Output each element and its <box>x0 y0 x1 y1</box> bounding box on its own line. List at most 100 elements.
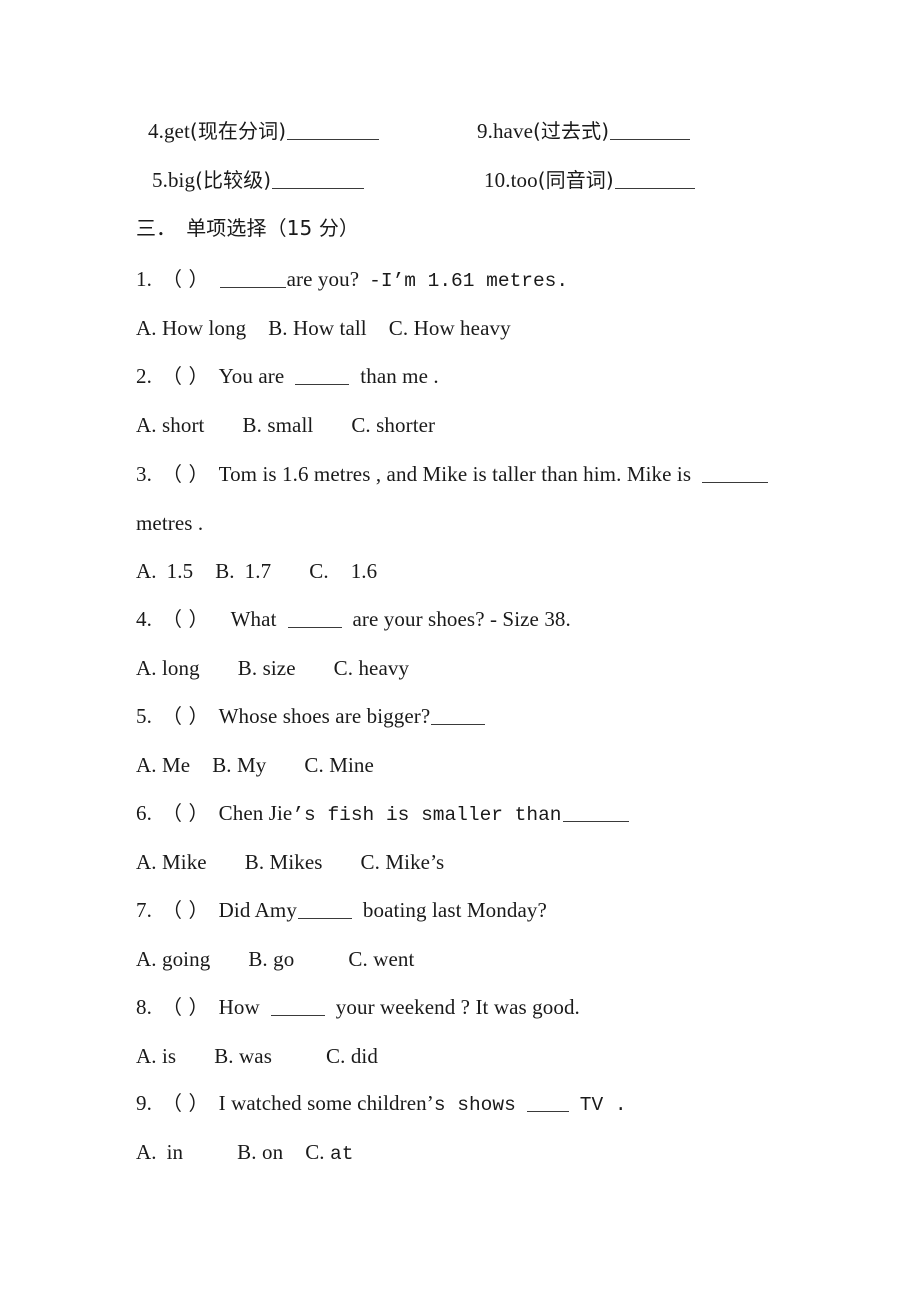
question-7-number: 7. <box>136 898 152 922</box>
question-2-text-pre: You are <box>218 364 285 388</box>
question-6-option-a[interactable]: Mike <box>162 850 207 874</box>
question-4-text-pre: What <box>230 607 277 631</box>
question-7-answer-box[interactable]: （ ） <box>162 897 209 923</box>
question-7-text-pre: Did Amy <box>218 898 297 922</box>
question-6-option-b-key: B. <box>244 850 265 874</box>
question-5-option-c[interactable]: Mine <box>329 753 374 777</box>
question-1-option-b-key: B. <box>268 316 288 340</box>
question-9-option-b[interactable]: on <box>262 1140 283 1164</box>
question-6-text-serif: Chen Jie <box>218 801 293 825</box>
word-form-number-5: 5. <box>152 168 168 192</box>
question-8-option-c-key: C. <box>326 1044 346 1068</box>
question-2-answer-box[interactable]: （ ） <box>162 363 209 389</box>
question-3-number: 3. <box>136 462 152 486</box>
question-4-number: 4. <box>136 607 152 631</box>
question-8-number: 8. <box>136 995 152 1019</box>
word-form-blank-10[interactable] <box>614 169 695 189</box>
question-3-option-b[interactable]: 1.7 <box>245 559 272 583</box>
word-form-blank-4[interactable] <box>287 120 380 140</box>
question-5-option-a[interactable]: Me <box>162 753 190 777</box>
question-7-text-post: boating last Monday? <box>362 898 547 922</box>
question-3-options: A. 1.5 B. 1.7 C. 1.6 <box>136 558 377 584</box>
question-2-option-a-key: A. <box>136 413 157 437</box>
question-5-option-b[interactable]: My <box>237 753 266 777</box>
word-form-blank-5[interactable] <box>272 169 365 189</box>
section-title: 单项选择 <box>186 216 267 240</box>
question-6-option-c[interactable]: Mike’s <box>385 850 444 874</box>
question-5-answer-box[interactable]: （ ） <box>162 703 209 729</box>
question-8-blank[interactable] <box>270 996 325 1016</box>
question-8-option-b-key: B. <box>214 1044 234 1068</box>
question-5-number: 5. <box>136 704 152 728</box>
question-5-text: Whose shoes are bigger? <box>218 704 431 728</box>
question-6-option-a-key: A. <box>136 850 157 874</box>
question-3-option-b-key: B. <box>215 559 235 583</box>
question-7-options: A. going B. go C. went <box>136 946 414 972</box>
word-form-item-5: 5.big(比较级) <box>152 167 365 193</box>
question-9-option-c-key: C. <box>305 1140 325 1164</box>
question-1-option-c[interactable]: How heavy <box>414 316 511 340</box>
question-1-blank[interactable] <box>219 268 286 288</box>
question-3-option-c-key: C. <box>309 559 329 583</box>
word-form-number-9: 9. <box>477 119 493 143</box>
question-2-option-a[interactable]: short <box>162 413 205 437</box>
question-4-text-post: are your shoes? - Size 38. <box>352 607 571 631</box>
exam-page: 4.get(现在分词) 9.have(过去式) 5.big(比较级) 10.to… <box>0 0 920 1302</box>
question-6-answer-box[interactable]: （ ） <box>162 800 209 826</box>
question-9-blank[interactable] <box>526 1092 569 1112</box>
question-5-options: A. Me B. My C. Mine <box>136 752 374 778</box>
question-4-option-c[interactable]: heavy <box>358 656 409 680</box>
question-4-option-a[interactable]: long <box>162 656 200 680</box>
question-3-answer-box[interactable]: （ ） <box>162 461 209 487</box>
question-4-option-b[interactable]: size <box>263 656 296 680</box>
question-2-option-b[interactable]: small <box>267 413 313 437</box>
question-4-option-b-key: B. <box>237 656 258 680</box>
question-9-option-c[interactable]: at <box>330 1143 353 1165</box>
question-9-answer-box[interactable]: （ ） <box>162 1090 209 1116</box>
question-9-stem: 9. （ ） I watched some children’s shows TV . <box>136 1090 627 1118</box>
question-1-option-a[interactable]: How long <box>162 316 246 340</box>
word-form-number-10: 10. <box>484 168 511 192</box>
question-3-stem-wrap: metres . <box>136 510 203 536</box>
question-4-stem: 4. （ ） What are your shoes? - Size 38. <box>136 606 571 632</box>
word-form-number-4: 4. <box>148 119 164 143</box>
question-2-blank[interactable] <box>295 365 350 385</box>
question-7-blank[interactable] <box>297 899 352 919</box>
question-8-option-c[interactable]: did <box>351 1044 378 1068</box>
question-6-option-b[interactable]: Mikes <box>270 850 323 874</box>
question-9-text-serif: I watched some children’ <box>218 1091 434 1115</box>
question-9-option-a[interactable]: in <box>167 1140 184 1164</box>
section-label: 三． <box>136 216 177 240</box>
question-4-option-c-key: C. <box>333 656 354 680</box>
question-4-answer-box[interactable]: （ ） <box>162 606 209 632</box>
question-4-blank[interactable] <box>287 608 342 628</box>
question-8-answer-box[interactable]: （ ） <box>162 994 209 1020</box>
question-8-stem: 8. （ ） How your weekend ? It was good. <box>136 994 580 1020</box>
question-8-option-b[interactable]: was <box>239 1044 272 1068</box>
question-1-text-mono: -I’m 1.61 metres. <box>369 270 569 292</box>
question-1-number: 1. <box>136 267 152 291</box>
question-7-option-b[interactable]: go <box>273 947 294 971</box>
question-4-options: A. long B. size C. heavy <box>136 655 409 681</box>
question-7-option-a[interactable]: going <box>162 947 210 971</box>
question-6-blank[interactable] <box>562 802 629 822</box>
question-7-option-c[interactable]: went <box>373 947 414 971</box>
word-form-word-4: get <box>163 119 190 143</box>
question-6-option-c-key: C. <box>360 850 381 874</box>
question-2-option-c[interactable]: shorter <box>376 413 435 437</box>
question-7-option-b-key: B. <box>248 947 268 971</box>
question-1-answer-box[interactable]: （ ） <box>162 266 209 292</box>
word-form-hint-9: (过去式) <box>533 119 610 143</box>
question-9-option-b-key: B. <box>237 1140 257 1164</box>
question-5-option-c-key: C. <box>304 753 324 777</box>
word-form-blank-9[interactable] <box>610 120 691 140</box>
question-5-blank[interactable] <box>431 705 486 725</box>
question-2-stem: 2. （ ） You are than me . <box>136 363 439 389</box>
question-3-option-c[interactable]: 1.6 <box>351 559 378 583</box>
question-8-option-a[interactable]: is <box>162 1044 176 1068</box>
question-1-option-b[interactable]: How tall <box>293 316 367 340</box>
question-3-blank[interactable] <box>702 463 769 483</box>
word-form-word-5: big <box>167 168 196 192</box>
question-4-option-a-key: A. <box>136 656 157 680</box>
question-3-option-a[interactable]: 1.5 <box>167 559 194 583</box>
